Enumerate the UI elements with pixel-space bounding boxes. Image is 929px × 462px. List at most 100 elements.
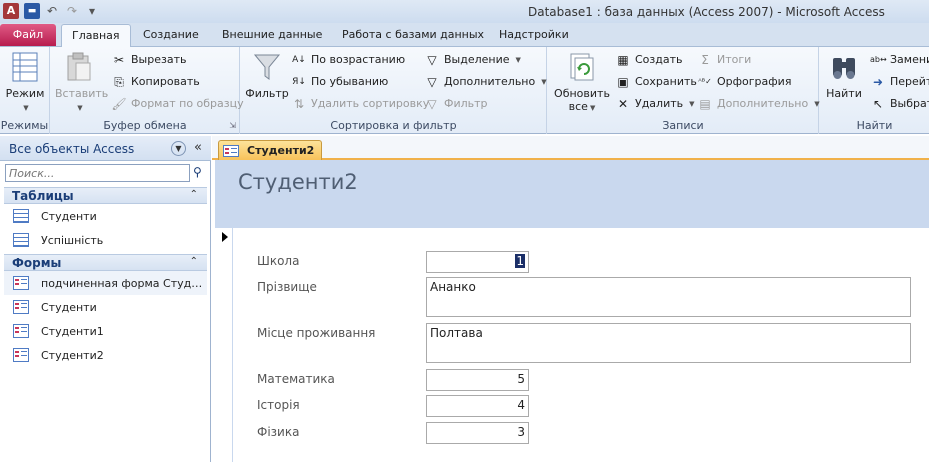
save-record-button[interactable]: ▣ Сохранить (615, 72, 697, 92)
more-records-button[interactable]: ▤ Дополнительно ▼ (697, 94, 819, 114)
totals-button[interactable]: Σ Итоги (697, 50, 751, 70)
clipboard-icon (64, 51, 94, 83)
chevron-down-icon: ▼ (515, 56, 521, 64)
tab-file[interactable]: Файл (0, 24, 56, 46)
surname-field[interactable]: Ананко (426, 277, 911, 317)
remove-sort-button[interactable]: ⇅ Удалить сортировку (291, 94, 429, 114)
filter-button[interactable]: Фильтр (245, 51, 289, 100)
form-body: Школа 1 Прізвище Ананко Місце проживання… (234, 228, 929, 462)
advanced-filter-label: Дополнительно (444, 75, 536, 88)
chevron-down-icon: ▼ (77, 104, 83, 112)
group-find-label: Найти (856, 119, 893, 132)
tab-external-data[interactable]: Внешние данные (222, 24, 322, 47)
school-value: 1 (515, 254, 525, 268)
nav-item-form[interactable]: подчиненная форма Студенти (4, 271, 207, 295)
format-painter-button[interactable]: 🖌 Формат по образцу (111, 94, 244, 114)
delete-record-button[interactable]: ✕ Удалить ▼ (615, 94, 695, 114)
nav-menu-chevron-icon[interactable]: ▼ (171, 141, 186, 156)
nav-item-table[interactable]: Успішність (4, 228, 207, 252)
nav-search-input[interactable] (5, 164, 190, 182)
physics-field[interactable]: 3 (426, 422, 529, 444)
sort-ascending-label: По возрастанию (311, 53, 406, 66)
copy-button[interactable]: ⎘ Копировать (111, 72, 200, 92)
totals-label: Итоги (717, 53, 752, 66)
math-label: Математика (257, 372, 335, 386)
new-record-button[interactable]: ▦ Создать (615, 50, 682, 70)
navigation-pane: Все объекты Access ▼ « ⚲ Таблицы ⌃ Студе… (0, 136, 211, 462)
nav-item-form[interactable]: Студенти (4, 295, 207, 319)
toggle-filter-button[interactable]: ▽ Фильтр (424, 94, 487, 114)
form-icon (13, 324, 29, 338)
table-icon (13, 233, 29, 247)
access-app-icon[interactable]: A (3, 3, 19, 19)
document-tab[interactable]: Студенти2 (218, 140, 322, 160)
nav-item-label: подчиненная форма Студенти (41, 276, 207, 290)
refresh-label-2: все (568, 100, 588, 113)
chevron-down-icon: ▼ (23, 104, 29, 112)
collapse-up-icon[interactable]: ⌃ (190, 256, 198, 267)
delete-record-label: Удалить (635, 97, 684, 110)
replace-label: Заменить (890, 53, 929, 66)
selection-button[interactable]: ▽ Выделение ▼ (424, 50, 521, 70)
search-icon[interactable]: ⚲ (193, 165, 202, 179)
group-clipboard-label: Буфер обмена (103, 119, 187, 132)
nav-section-forms-label: Формы (12, 256, 62, 270)
document-tab-label: Студенти2 (247, 144, 315, 157)
chevron-down-icon: ▼ (689, 100, 695, 108)
group-records-label: Записи (662, 119, 704, 132)
school-label: Школа (257, 254, 300, 268)
view-mode-button[interactable]: Режим ▼ (4, 51, 46, 115)
sort-descending-button[interactable]: Я↓ По убыванию (291, 72, 388, 92)
refresh-all-button[interactable]: Обновить все ▼ (552, 51, 612, 115)
save-icon[interactable]: ▬ (24, 3, 40, 19)
format-painter-label: Формат по образцу (131, 97, 244, 110)
cut-button[interactable]: ✂ Вырезать (111, 50, 187, 70)
tab-database-tools[interactable]: Работа с базами данных (342, 24, 484, 47)
history-field[interactable]: 4 (426, 395, 529, 417)
nav-title[interactable]: Все объекты Access (9, 142, 134, 156)
selection-filter-icon: ▽ (427, 53, 437, 67)
undo-icon[interactable]: ↶ (44, 3, 60, 19)
nav-item-table[interactable]: Студенти (4, 204, 207, 228)
replace-button[interactable]: ab↔Заменить (870, 50, 929, 70)
nav-section-tables[interactable]: Таблицы ⌃ (4, 187, 207, 204)
nav-item-label: Студенти1 (41, 324, 104, 338)
document-tab-strip: Студенти2 (212, 136, 929, 160)
group-clipboard: Вставить ▼ ✂ Вырезать ⎘ Копировать 🖌 Формат… (51, 47, 244, 134)
sort-descending-label: По убыванию (311, 75, 389, 88)
residence-label: Місце проживання (257, 326, 376, 340)
goto-button[interactable]: ➜ Перейти (870, 72, 929, 92)
nav-item-form[interactable]: Студенти1 (4, 319, 207, 343)
grid-icon: ▤ (699, 97, 711, 111)
tab-home[interactable]: Главная (61, 24, 131, 47)
nav-item-form[interactable]: Студенти2 (4, 343, 207, 367)
advanced-filter-button[interactable]: ▽ Дополнительно ▼ (424, 72, 546, 92)
math-field[interactable]: 5 (426, 369, 529, 391)
dialog-launcher-icon[interactable]: ⇲ (229, 121, 236, 130)
sort-ascending-button[interactable]: A↓ По возрастанию (291, 50, 405, 70)
paste-button[interactable]: Вставить ▼ (55, 51, 108, 115)
nav-section-forms[interactable]: Формы ⌃ (4, 254, 207, 271)
customize-toolbar-icon[interactable]: ▾ (84, 3, 100, 19)
form-icon (223, 144, 239, 157)
cut-label: Вырезать (131, 53, 187, 66)
nav-section-tables-label: Таблицы (12, 189, 74, 203)
collapse-up-icon[interactable]: ⌃ (190, 189, 198, 200)
record-selector[interactable] (215, 228, 233, 462)
find-button[interactable]: Найти (824, 51, 864, 100)
tab-create[interactable]: Создание (143, 24, 199, 47)
binoculars-icon (829, 51, 859, 83)
school-field[interactable]: 1 (426, 251, 529, 273)
form-icon (13, 300, 29, 314)
residence-field[interactable]: Полтава (426, 323, 911, 363)
select-button[interactable]: ↖ Выбрать (870, 94, 929, 114)
collapse-pane-icon[interactable]: « (194, 140, 202, 155)
surname-label: Прізвище (257, 280, 317, 294)
current-record-icon (222, 232, 228, 242)
tab-addins[interactable]: Надстройки (499, 24, 569, 47)
filter-label: Фильтр (245, 87, 289, 100)
new-record-icon: ▦ (617, 53, 629, 67)
spelling-button[interactable]: ᴬᴮ✓ Орфография (697, 72, 791, 92)
redo-icon[interactable]: ↷ (64, 3, 80, 19)
more-records-label: Дополнительно (717, 97, 809, 110)
